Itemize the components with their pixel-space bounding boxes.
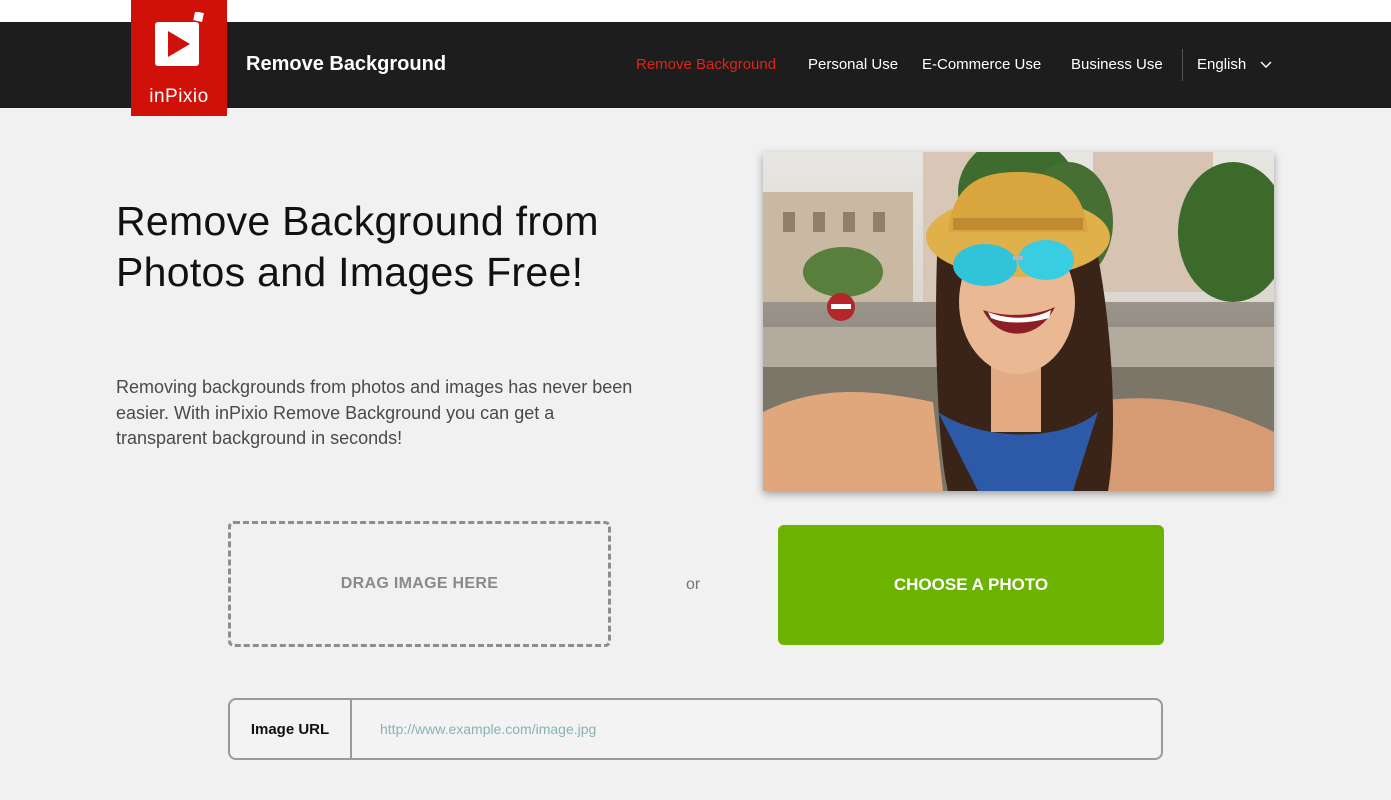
nav-link-remove-background[interactable]: Remove Background (636, 56, 776, 73)
nav-item-remove-background[interactable]: Remove Background (636, 56, 776, 73)
app-title: Remove Background (246, 53, 447, 75)
nav-link-personal-use[interactable]: Personal Use (808, 56, 898, 73)
nav-link-business-use[interactable]: Business Use (1071, 56, 1163, 73)
selfie-photo-illustration (763, 152, 1274, 491)
play-logo-icon (155, 12, 204, 66)
hero-photo (763, 152, 1274, 491)
logo-text: inPixio (149, 86, 209, 107)
language-selector[interactable]: English (1197, 56, 1272, 73)
dropzone-label: DRAG IMAGE HERE (340, 575, 499, 592)
page-description: Removing backgrounds from photos and ima… (116, 377, 633, 448)
language-label: English (1197, 56, 1247, 73)
nav-item-business-use[interactable]: Business Use (1071, 56, 1163, 73)
nav-divider (1182, 49, 1183, 81)
chevron-down-icon (1260, 61, 1272, 68)
choose-photo-button[interactable]: CHOOSE A PHOTO (778, 525, 1164, 645)
image-url-label: Image URL (230, 700, 352, 758)
drag-image-dropzone[interactable]: DRAG IMAGE HERE (228, 521, 611, 647)
nav-item-personal-use[interactable]: Personal Use (808, 56, 898, 73)
inpixio-logo[interactable]: inPixio (131, 0, 227, 116)
page-title: Remove Background from Photos and Images… (116, 198, 599, 295)
nav-item-ecommerce-use[interactable]: E-Commerce Use (922, 56, 1041, 73)
image-url-input[interactable] (352, 700, 1161, 758)
nav-link-ecommerce-use[interactable]: E-Commerce Use (922, 56, 1041, 73)
or-separator: or (686, 576, 701, 593)
image-url-field: Image URL (228, 698, 1163, 760)
